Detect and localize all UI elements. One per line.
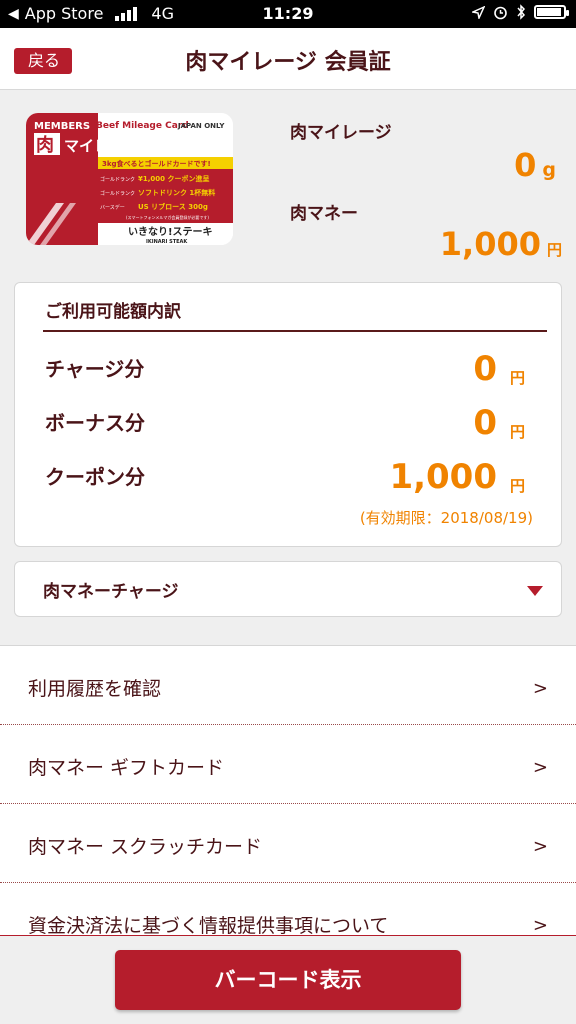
- card-gold-text: 3kg食べるとゴールドカードです!: [102, 159, 211, 168]
- chevron-right-icon: >: [532, 757, 548, 778]
- battery-icon: [534, 5, 569, 19]
- coupon-portion-unit: 円: [509, 477, 525, 495]
- breakdown-divider: [43, 330, 547, 332]
- menu-item-label: 利用履歴を確認: [28, 678, 162, 700]
- balance-breakdown-panel: ご利用可能額内訳 チャージ分 0 円 ボーナス分 0 円 クーポン分 1,000…: [14, 282, 562, 547]
- card-members-text: MEMBERS: [34, 121, 90, 132]
- mileage-label: 肉マイレージ: [290, 123, 392, 143]
- card-rank-left-text: ゴールドランク: [100, 176, 135, 183]
- card-kanji-text: 肉: [36, 134, 54, 156]
- card-japan-only-text: JAPAN ONLY: [177, 122, 225, 130]
- coupon-expiry: (有効期限：2018/08/19): [359, 509, 533, 527]
- menu-item-usage-history[interactable]: 利用履歴を確認 >: [0, 646, 576, 725]
- chevron-right-icon: >: [532, 678, 548, 699]
- menu-item-payment-act-info[interactable]: 資金決済法に基づく情報提供事項について >: [0, 883, 576, 935]
- menu-item-scratch-card[interactable]: 肉マネー スクラッチカード >: [0, 804, 576, 883]
- card-present-left-text: バースデー: [100, 204, 125, 211]
- money-label: 肉マネー: [290, 204, 358, 224]
- charge-portion-label: チャージ分: [45, 357, 145, 381]
- member-card-image: MEMBERS Beef Mileage Card JAPAN ONLY 肉 マ…: [26, 113, 233, 245]
- menu-item-gift-card[interactable]: 肉マネー ギフトカード >: [0, 725, 576, 804]
- bluetooth-icon: [517, 4, 526, 20]
- charge-portion-unit: 円: [509, 369, 525, 387]
- show-barcode-button[interactable]: バーコード表示: [115, 950, 461, 1010]
- card-artwork: MEMBERS Beef Mileage Card JAPAN ONLY 肉 マ…: [26, 113, 233, 245]
- charge-portion-value: 0: [473, 349, 497, 389]
- location-icon: [472, 5, 485, 19]
- chevron-right-icon: >: [532, 915, 548, 935]
- money-value: 1,000: [439, 225, 541, 263]
- card-drink-text: ソフトドリンク 1杯無料: [138, 188, 215, 197]
- breakdown-title: ご利用可能額内訳: [45, 302, 181, 322]
- status-right: [472, 4, 569, 20]
- mileage-value: 0: [514, 146, 537, 184]
- alarm-icon: [494, 6, 507, 19]
- bonus-portion-label: ボーナス分: [45, 411, 145, 435]
- card-drink-left-text: ゴールドランク: [100, 190, 135, 197]
- menu-item-label: 肉マネー ギフトカード: [28, 757, 225, 779]
- card-note-text: (スマートフォンメルマガ会員登録が必要です): [126, 214, 209, 220]
- card-brand-text: いきなり!ステーキ: [128, 226, 213, 238]
- bonus-portion-value: 0: [473, 403, 497, 443]
- status-bar: ◀ App Store 4G 11:29: [0, 0, 576, 28]
- card-present-text: US リブロース 300g: [138, 202, 208, 211]
- navigation-bar: 戻る 肉マイレージ 会員証: [0, 28, 576, 90]
- card-brand-en-text: IKINARI STEAK: [146, 239, 188, 245]
- mileage-amount: 0 g: [514, 146, 556, 184]
- mileage-unit: g: [542, 159, 556, 181]
- coupon-portion-label: クーポン分: [45, 465, 145, 489]
- bonus-portion-unit: 円: [509, 423, 525, 441]
- card-beef-mileage-text: Beef Mileage Card: [96, 121, 189, 131]
- menu-item-label: 資金決済法に基づく情報提供事項について: [28, 915, 389, 935]
- chevron-right-icon: >: [532, 836, 548, 857]
- money-charge-label: 肉マネーチャージ: [43, 582, 179, 602]
- footer-bar: バーコード表示: [0, 935, 576, 1024]
- card-coupon-text: ¥1,000 クーポン進呈: [138, 174, 209, 183]
- money-charge-dropdown[interactable]: 肉マネーチャージ: [14, 561, 562, 617]
- menu-list: 利用履歴を確認 > 肉マネー ギフトカード > 肉マネー スクラッチカード > …: [0, 645, 576, 935]
- caret-down-icon[interactable]: [527, 586, 543, 596]
- menu-item-label: 肉マネー スクラッチカード: [28, 836, 263, 858]
- card-name-text: マイレージカード: [64, 137, 184, 155]
- money-unit: 円: [546, 241, 562, 259]
- page-title: 肉マイレージ 会員証: [185, 50, 391, 75]
- coupon-portion-value: 1,000: [389, 457, 497, 497]
- money-amount: 1,000 円: [440, 225, 562, 263]
